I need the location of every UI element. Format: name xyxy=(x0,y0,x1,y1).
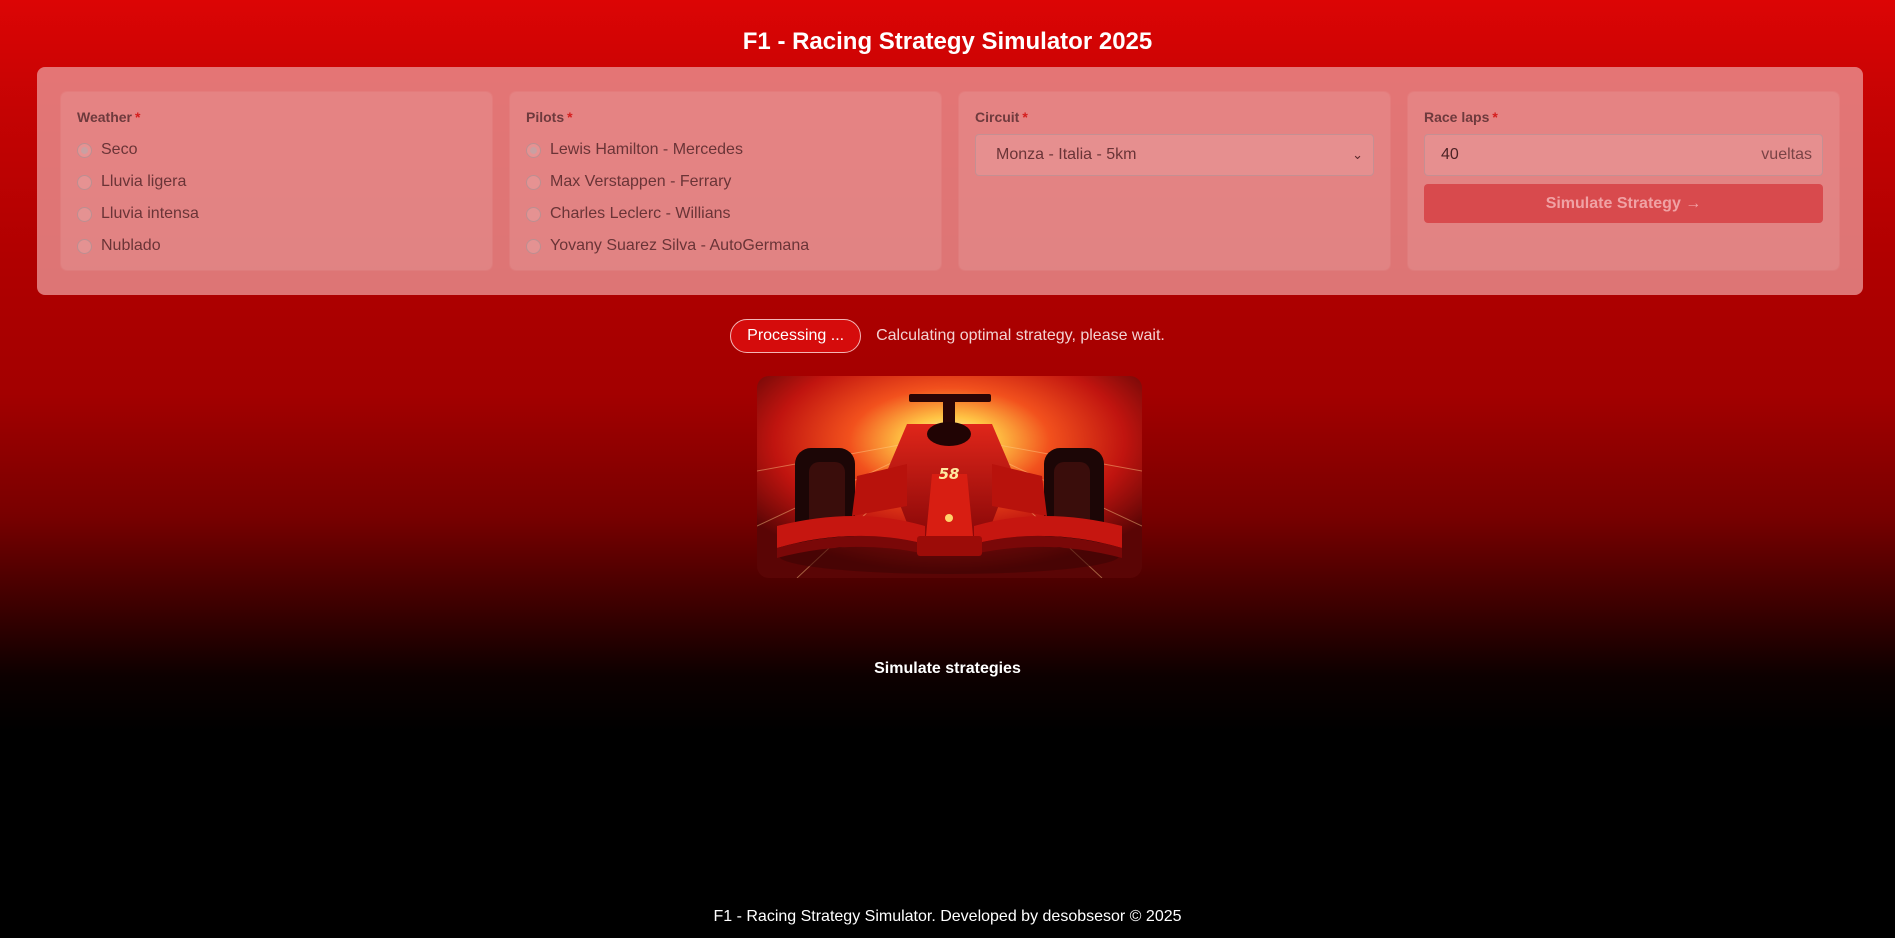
pilot-option-label: Charles Leclerc - Willians xyxy=(550,205,731,222)
weather-option-label: Lluvia ligera xyxy=(101,173,187,190)
radio-button[interactable] xyxy=(77,142,92,158)
pilot-option-label: Max Verstappen - Ferrary xyxy=(550,173,732,190)
pilot-option-label: Yovany Suarez Silva - AutoGermana xyxy=(550,237,810,254)
pilot-option-suarez[interactable]: Yovany Suarez Silva - AutoGermana xyxy=(526,230,925,262)
circuit-label: Circuit * xyxy=(975,109,1028,125)
pilot-option-verstappen[interactable]: Max Verstappen - Ferrary xyxy=(526,166,925,198)
radio-button[interactable] xyxy=(77,174,92,190)
radio-button[interactable] xyxy=(526,206,541,222)
weather-label: Weather * xyxy=(77,109,141,125)
pilot-option-leclerc[interactable]: Charles Leclerc - Willians xyxy=(526,198,925,230)
radio-button[interactable] xyxy=(77,238,92,254)
car-number: 58 xyxy=(939,465,960,483)
weather-option-label: Seco xyxy=(101,141,138,158)
footer-text: F1 - Racing Strategy Simulator. Develope… xyxy=(713,908,1182,925)
status-message: Calculating optimal strategy, please wai… xyxy=(876,327,1165,344)
circuit-card: Circuit * Monza - Italia - 5km ⌄ xyxy=(959,92,1390,270)
weather-option-label: Lluvia intensa xyxy=(101,205,199,222)
weather-option-lluvia-ligera[interactable]: Lluvia ligera xyxy=(77,166,476,198)
circuit-select-value: Monza - Italia - 5km xyxy=(996,146,1137,163)
status-row: Processing ... Calculating optimal strat… xyxy=(0,319,1895,353)
circuit-select[interactable]: Monza - Italia - 5km ⌄ xyxy=(975,134,1374,176)
strategy-form: Weather * Seco Lluvia ligera Lluvia inten… xyxy=(37,67,1863,295)
radio-button[interactable] xyxy=(526,238,541,254)
laps-input[interactable]: 40 vueltas xyxy=(1424,134,1823,176)
weather-card: Weather * Seco Lluvia ligera Lluvia inten… xyxy=(61,92,492,270)
chevron-down-icon: ⌄ xyxy=(1352,147,1363,162)
pilots-label: Pilots * xyxy=(526,109,573,125)
simulate-strategy-button[interactable]: Simulate Strategy → xyxy=(1424,184,1823,223)
page-title: F1 - Racing Strategy Simulator 2025 xyxy=(742,28,1153,55)
laps-card: Race laps * 40 vueltas Simulate Strategy … xyxy=(1408,92,1839,270)
laps-unit: vueltas xyxy=(1761,146,1812,163)
laps-label: Race laps * xyxy=(1424,109,1498,125)
f1-car-image: 58 xyxy=(757,376,1142,578)
section-title: Simulate strategies xyxy=(874,660,1021,677)
weather-option-lluvia-intensa[interactable]: Lluvia intensa xyxy=(77,198,476,230)
pilot-option-label: Lewis Hamilton - Mercedes xyxy=(550,141,743,158)
pilot-option-hamilton[interactable]: Lewis Hamilton - Mercedes xyxy=(526,134,925,166)
processing-badge: Processing ... xyxy=(730,319,862,353)
weather-option-seco[interactable]: Seco xyxy=(77,134,476,166)
weather-option-label: Nublado xyxy=(101,237,161,254)
pilots-card: Pilots * Lewis Hamilton - Mercedes Max Ve… xyxy=(510,92,941,270)
radio-button[interactable] xyxy=(526,142,541,158)
weather-option-nublado[interactable]: Nublado xyxy=(77,230,476,262)
radio-button[interactable] xyxy=(526,174,541,190)
radio-button[interactable] xyxy=(77,206,92,222)
laps-value: 40 xyxy=(1441,146,1459,163)
